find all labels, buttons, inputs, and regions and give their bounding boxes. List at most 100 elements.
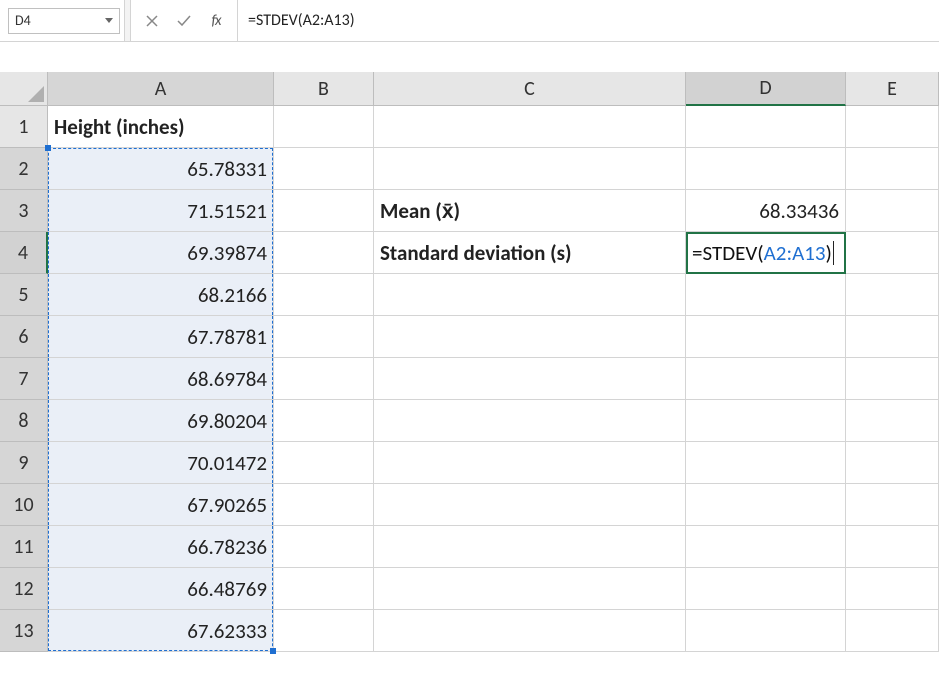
- row-header-4[interactable]: 4: [0, 232, 48, 274]
- row-header-2[interactable]: 2: [0, 148, 48, 190]
- cell-D2[interactable]: [686, 148, 846, 190]
- cell-B5[interactable]: [274, 274, 374, 316]
- cell-B2[interactable]: [274, 148, 374, 190]
- cell-E6[interactable]: [846, 316, 939, 358]
- cell-D9[interactable]: [686, 442, 846, 484]
- cell-B11[interactable]: [274, 526, 374, 568]
- cell-A8[interactable]: 69.80204: [48, 400, 274, 442]
- cell-C6[interactable]: [374, 316, 686, 358]
- row-header-11[interactable]: 11: [0, 526, 48, 568]
- cell-E1[interactable]: [846, 106, 939, 148]
- cell-A3[interactable]: 71.51521: [48, 190, 274, 232]
- col-header-A[interactable]: A: [48, 72, 274, 106]
- cell-E5[interactable]: [846, 274, 939, 316]
- row-header-9[interactable]: 9: [0, 442, 48, 484]
- cell-D12[interactable]: [686, 568, 846, 610]
- cell-C13[interactable]: [374, 610, 686, 652]
- text-cursor: [833, 241, 834, 265]
- col-header-B[interactable]: B: [274, 72, 374, 106]
- cell-D11[interactable]: [686, 526, 846, 568]
- formula-prefix: =STDEV(: [692, 240, 764, 266]
- cell-A10[interactable]: 67.90265: [48, 484, 274, 526]
- row-header-13[interactable]: 13: [0, 610, 48, 652]
- cell-C8[interactable]: [374, 400, 686, 442]
- cell-E4[interactable]: [846, 232, 939, 274]
- cell-A6[interactable]: 67.78781: [48, 316, 274, 358]
- cell-E11[interactable]: [846, 526, 939, 568]
- cell-D7[interactable]: [686, 358, 846, 400]
- cell-D4[interactable]: =STDEV(A2:A13): [686, 232, 846, 274]
- col-header-E[interactable]: E: [846, 72, 939, 106]
- cell-A5[interactable]: 68.2166: [48, 274, 274, 316]
- cell-C7[interactable]: [374, 358, 686, 400]
- cell-E2[interactable]: [846, 148, 939, 190]
- cell-B7[interactable]: [274, 358, 374, 400]
- cell-D13[interactable]: [686, 610, 846, 652]
- cell-B6[interactable]: [274, 316, 374, 358]
- formula-bar: D4 fx =STDEV(A2:A13): [0, 0, 939, 42]
- row-header-8[interactable]: 8: [0, 400, 48, 442]
- cell-B9[interactable]: [274, 442, 374, 484]
- cell-C1[interactable]: [374, 106, 686, 148]
- cell-C5[interactable]: [374, 274, 686, 316]
- select-all-corner[interactable]: [0, 72, 48, 106]
- col-header-D[interactable]: D: [686, 72, 846, 106]
- cell-D1[interactable]: [686, 106, 846, 148]
- cell-A1[interactable]: Height (inches): [48, 106, 274, 148]
- cell-A7[interactable]: 68.69784: [48, 358, 274, 400]
- cell-D3[interactable]: 68.33436: [686, 190, 846, 232]
- cell-D8[interactable]: [686, 400, 846, 442]
- cancel-button[interactable]: [137, 6, 167, 36]
- name-box[interactable]: D4: [8, 8, 120, 34]
- row-header-3[interactable]: 3: [0, 190, 48, 232]
- cell-A4[interactable]: 69.39874: [48, 232, 274, 274]
- cell-C2[interactable]: [374, 148, 686, 190]
- spreadsheet-grid: A B C D E 1 Height (inches) 2 65.78331 3…: [0, 72, 939, 652]
- row-header-10[interactable]: 10: [0, 484, 48, 526]
- cell-C10[interactable]: [374, 484, 686, 526]
- cell-A12[interactable]: 66.48769: [48, 568, 274, 610]
- row-header-5[interactable]: 5: [0, 274, 48, 316]
- cell-B10[interactable]: [274, 484, 374, 526]
- cell-B8[interactable]: [274, 400, 374, 442]
- cell-E10[interactable]: [846, 484, 939, 526]
- name-box-wrapper: D4: [0, 0, 125, 41]
- cell-B13[interactable]: [274, 610, 374, 652]
- cell-D5[interactable]: [686, 274, 846, 316]
- row-header-6[interactable]: 6: [0, 316, 48, 358]
- cell-B4[interactable]: [274, 232, 374, 274]
- cell-E3[interactable]: [846, 190, 939, 232]
- cell-A2[interactable]: 65.78331: [48, 148, 274, 190]
- formula-suffix: ): [826, 240, 832, 266]
- cell-E9[interactable]: [846, 442, 939, 484]
- cell-C9[interactable]: [374, 442, 686, 484]
- cell-A11[interactable]: 66.78236: [48, 526, 274, 568]
- formula-ref: A2:A13: [764, 240, 826, 266]
- formula-text: =STDEV(A2:A13): [248, 11, 355, 30]
- cell-A9[interactable]: 70.01472: [48, 442, 274, 484]
- cell-B1[interactable]: [274, 106, 374, 148]
- cell-C4[interactable]: Standard deviation (s): [374, 232, 686, 274]
- cell-C3[interactable]: Mean (x̄): [374, 190, 686, 232]
- row-header-7[interactable]: 7: [0, 358, 48, 400]
- cell-A13[interactable]: 67.62333: [48, 610, 274, 652]
- name-box-value: D4: [15, 12, 101, 29]
- spacer: [0, 42, 939, 72]
- cell-E8[interactable]: [846, 400, 939, 442]
- col-header-C[interactable]: C: [374, 72, 686, 106]
- row-header-12[interactable]: 12: [0, 568, 48, 610]
- cell-D6[interactable]: [686, 316, 846, 358]
- chevron-down-icon[interactable]: [105, 18, 113, 23]
- confirm-button[interactable]: [169, 6, 199, 36]
- cell-C11[interactable]: [374, 526, 686, 568]
- cell-E12[interactable]: [846, 568, 939, 610]
- row-header-1[interactable]: 1: [0, 106, 48, 148]
- cell-E13[interactable]: [846, 610, 939, 652]
- cell-E7[interactable]: [846, 358, 939, 400]
- formula-input[interactable]: =STDEV(A2:A13): [238, 0, 939, 41]
- cell-B3[interactable]: [274, 190, 374, 232]
- cell-D10[interactable]: [686, 484, 846, 526]
- fx-icon[interactable]: fx: [201, 6, 231, 36]
- cell-B12[interactable]: [274, 568, 374, 610]
- cell-C12[interactable]: [374, 568, 686, 610]
